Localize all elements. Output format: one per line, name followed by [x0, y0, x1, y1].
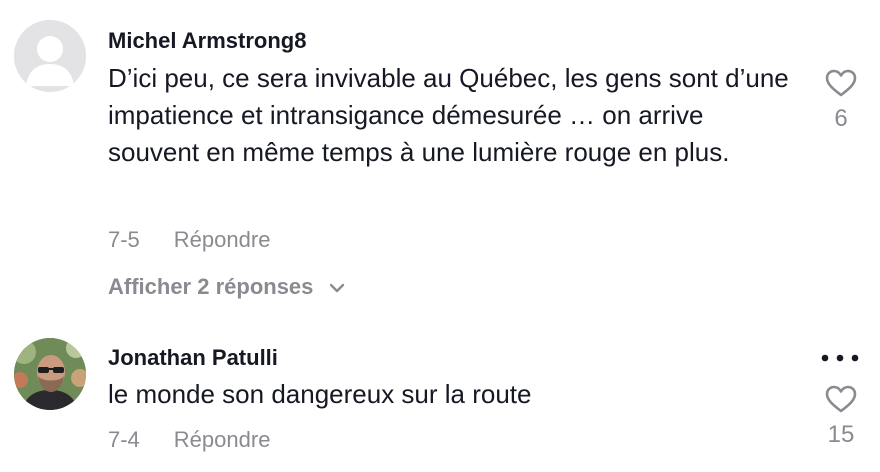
default-avatar-icon: [14, 20, 86, 92]
like-button[interactable]: 6: [811, 68, 871, 133]
heart-outline-icon: [825, 69, 857, 97]
like-button[interactable]: 15: [811, 384, 871, 449]
reply-button[interactable]: Répondre: [174, 427, 271, 452]
comment-meta: 7-4 Répondre: [108, 427, 270, 453]
comment-date: 7-5: [108, 227, 140, 252]
chevron-down-icon: [329, 283, 344, 293]
heart-outline-icon: [825, 385, 857, 413]
avatar[interactable]: [14, 20, 86, 92]
comment-item: Michel Armstrong8 D’ici peu, ce sera inv…: [0, 0, 880, 320]
reply-button[interactable]: Répondre: [174, 227, 271, 252]
comment-author[interactable]: Michel Armstrong8: [108, 28, 306, 54]
comment-text: le monde son dangereux sur la route: [108, 379, 532, 409]
comment-text: D’ici peu, ce sera invivable au Québec, …: [108, 63, 789, 167]
comment-author[interactable]: Jonathan Patulli: [108, 345, 278, 371]
more-dots-icon: [821, 354, 859, 362]
view-replies-button[interactable]: Afficher 2 réponses: [108, 274, 346, 300]
comment-item: Jonathan Patulli le monde son dangereux …: [0, 320, 880, 472]
comment-meta: 7-5 Répondre: [108, 227, 270, 253]
like-count: 6: [834, 105, 848, 132]
more-options-button[interactable]: [816, 346, 866, 366]
like-count: 15: [827, 421, 855, 448]
view-replies-label: Afficher 2 réponses: [108, 274, 314, 299]
comment-date: 7-4: [108, 427, 140, 452]
user-photo: [14, 338, 86, 410]
avatar[interactable]: [14, 338, 86, 410]
